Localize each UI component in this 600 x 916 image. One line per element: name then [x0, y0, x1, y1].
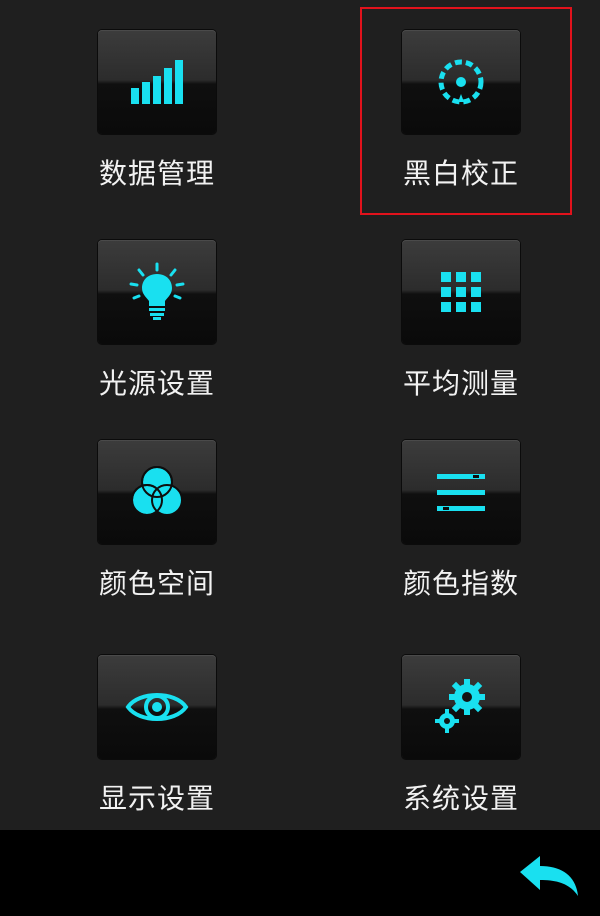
system-settings-button[interactable]: [402, 655, 520, 759]
average-measurement-button[interactable]: [402, 240, 520, 344]
bottom-bar: [0, 830, 600, 916]
menu-item-data-management[interactable]: 数据管理: [58, 30, 318, 220]
signal-bars-icon: [131, 60, 183, 104]
menu-item-label: 颜色指数: [402, 567, 519, 600]
selection-highlight: [360, 7, 572, 215]
menu-item-display-settings[interactable]: 显示设置: [58, 655, 318, 845]
menu-item-label: 平均测量: [402, 367, 519, 400]
gears-icon: [435, 679, 485, 733]
data-management-button[interactable]: [98, 30, 216, 134]
menu-item-label: 数据管理: [98, 157, 215, 190]
back-button[interactable]: [518, 854, 580, 898]
eye-icon: [125, 693, 189, 721]
display-settings-button[interactable]: [98, 655, 216, 759]
menu-item-system-settings[interactable]: 系统设置: [362, 655, 600, 845]
light-source-button[interactable]: [98, 240, 216, 344]
color-space-button[interactable]: [98, 440, 216, 544]
lightbulb-icon: [129, 262, 185, 320]
color-index-button[interactable]: [402, 440, 520, 544]
menu-item-light-source[interactable]: 光源设置: [58, 240, 318, 430]
back-arrow-icon: [520, 856, 578, 896]
menu-item-average-measurement[interactable]: 平均测量: [362, 240, 600, 430]
color-circles-icon: [131, 466, 183, 516]
menu-item-label: 显示设置: [98, 782, 215, 815]
menu-item-label: 光源设置: [98, 367, 215, 400]
menu-item-label: 系统设置: [402, 782, 519, 815]
menu-item-color-space[interactable]: 颜色空间: [58, 440, 318, 630]
grid-icon: [441, 272, 481, 312]
menu-item-label: 颜色空间: [98, 567, 215, 600]
lines-icon: [437, 474, 485, 511]
menu-item-color-index[interactable]: 颜色指数: [362, 440, 600, 630]
